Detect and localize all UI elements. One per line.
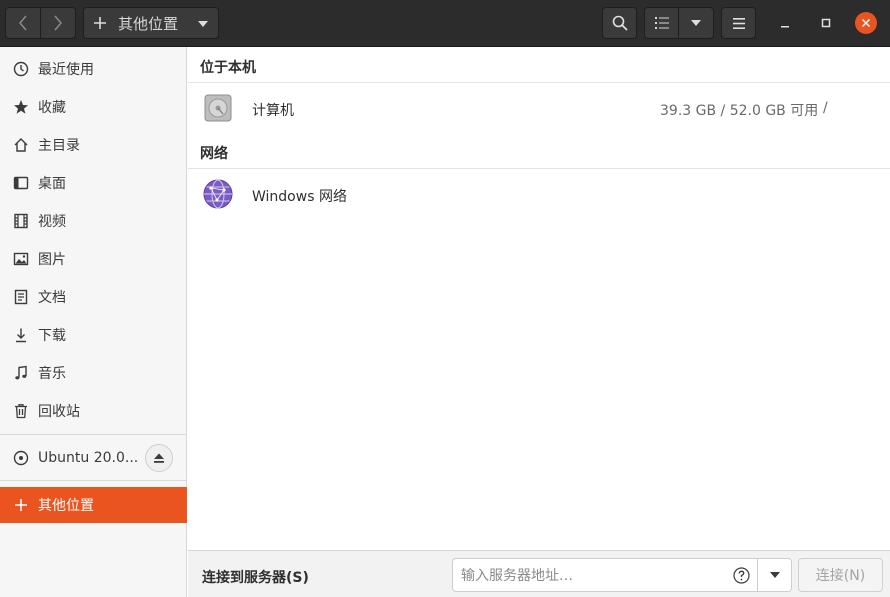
sidebar-item-music[interactable]: 音乐 xyxy=(0,355,187,391)
maximize-icon xyxy=(821,18,831,28)
view-options-button[interactable] xyxy=(678,7,714,39)
sidebar-item-other-locations[interactable]: 其他位置 xyxy=(0,487,187,523)
section-title-local: 位于本机 xyxy=(200,60,256,76)
help-icon[interactable] xyxy=(733,567,750,584)
location-row-computer[interactable]: 计算机 39.3 GB / 52.0 GB 可用 / xyxy=(188,88,890,130)
section-divider xyxy=(188,82,890,83)
main-menu-button[interactable] xyxy=(721,7,756,39)
sidebar-item-label: 图片 xyxy=(38,252,66,268)
close-icon xyxy=(861,18,871,28)
sidebar-item-label: 主目录 xyxy=(38,138,80,154)
hard-drive-icon xyxy=(204,94,232,122)
music-icon xyxy=(12,365,29,382)
header-bar: 其他位置 xyxy=(0,0,890,47)
desktop-icon xyxy=(12,175,29,192)
network-globe-icon xyxy=(203,179,233,209)
trash-icon xyxy=(12,403,29,420)
sidebar-item-pictures[interactable]: 图片 xyxy=(0,241,187,277)
server-address-box xyxy=(452,558,792,592)
main-content: 位于本机 计算机 39.3 GB / 52.0 GB 可用 / 网络 Windo… xyxy=(188,47,890,550)
sidebar-item-trash[interactable]: 回收站 xyxy=(0,393,187,429)
sidebar-item-home[interactable]: 主目录 xyxy=(0,127,187,163)
eject-button[interactable] xyxy=(145,444,173,472)
search-icon xyxy=(612,15,628,31)
star-icon xyxy=(12,99,29,116)
location-button[interactable]: 其他位置 xyxy=(83,7,219,39)
sidebar-item-label: 桌面 xyxy=(38,176,66,192)
clock-icon xyxy=(12,61,29,78)
sidebar-item-videos[interactable]: 视频 xyxy=(0,203,187,239)
sidebar-item-label: 回收站 xyxy=(38,404,80,420)
sidebar-item-label: 最近使用 xyxy=(38,62,94,78)
sidebar-item-recent[interactable]: 最近使用 xyxy=(0,51,187,87)
image-icon xyxy=(12,251,29,268)
download-icon xyxy=(12,327,29,344)
storage-usage: 39.3 GB / 52.0 GB 可用 xyxy=(660,103,819,119)
sidebar-item-label: 下载 xyxy=(38,328,66,344)
mount-path: / xyxy=(823,100,828,116)
connect-to-server-bar: 连接到服务器(S) 连接(N) xyxy=(188,550,890,597)
forward-button[interactable] xyxy=(40,7,76,39)
go-forward-icon xyxy=(54,15,62,31)
connect-to-server-label: 连接到服务器(S) xyxy=(202,570,309,586)
search-button[interactable] xyxy=(602,7,637,39)
plus-icon xyxy=(94,17,106,29)
close-button[interactable] xyxy=(855,12,877,34)
chevron-down-icon xyxy=(770,572,780,578)
chevron-down-icon xyxy=(198,21,208,27)
location-name: Windows 网络 xyxy=(252,189,347,205)
server-address-input[interactable] xyxy=(461,566,731,586)
plus-icon xyxy=(12,497,29,514)
go-back-icon xyxy=(19,15,27,31)
sidebar-item-label: 视频 xyxy=(38,214,66,230)
chevron-down-icon xyxy=(691,20,701,26)
sidebar-item-starred[interactable]: 收藏 xyxy=(0,89,187,125)
location-name: 计算机 xyxy=(252,103,294,119)
hamburger-menu-icon xyxy=(732,17,745,29)
recent-servers-dropdown[interactable] xyxy=(757,559,792,591)
sidebar-item-label: 其他位置 xyxy=(38,498,94,514)
connect-button[interactable]: 连接(N) xyxy=(798,558,883,592)
sidebar-item-desktop[interactable]: 桌面 xyxy=(0,165,187,201)
list-view-button[interactable] xyxy=(644,7,679,39)
sidebar-item-downloads[interactable]: 下载 xyxy=(0,317,187,353)
sidebar-item-label: Ubuntu 20.0... xyxy=(38,450,139,466)
document-icon xyxy=(12,289,29,306)
list-view-icon xyxy=(654,17,669,29)
sidebar-item-documents[interactable]: 文档 xyxy=(0,279,187,315)
sidebar-separator xyxy=(0,480,187,481)
sidebar-separator xyxy=(0,434,187,435)
eject-icon xyxy=(154,453,164,463)
sidebar-item-label: 收藏 xyxy=(38,100,66,116)
sidebar-item-label: 音乐 xyxy=(38,366,66,382)
minimize-icon xyxy=(781,26,789,28)
optical-disc-icon xyxy=(12,450,29,467)
section-divider xyxy=(188,168,890,169)
location-label: 其他位置 xyxy=(118,14,179,33)
location-row-windows-network[interactable]: Windows 网络 xyxy=(188,174,890,216)
back-button[interactable] xyxy=(5,7,41,39)
section-title-network: 网络 xyxy=(200,146,228,162)
minimize-button[interactable] xyxy=(774,12,796,34)
home-icon xyxy=(12,137,29,154)
film-icon xyxy=(12,213,29,230)
sidebar: 最近使用 收藏 主目录 桌面 视频 图片 文档 下载 音乐 回收站 Ubuntu… xyxy=(0,47,187,597)
maximize-button[interactable] xyxy=(815,12,837,34)
sidebar-item-label: 文档 xyxy=(38,290,66,306)
